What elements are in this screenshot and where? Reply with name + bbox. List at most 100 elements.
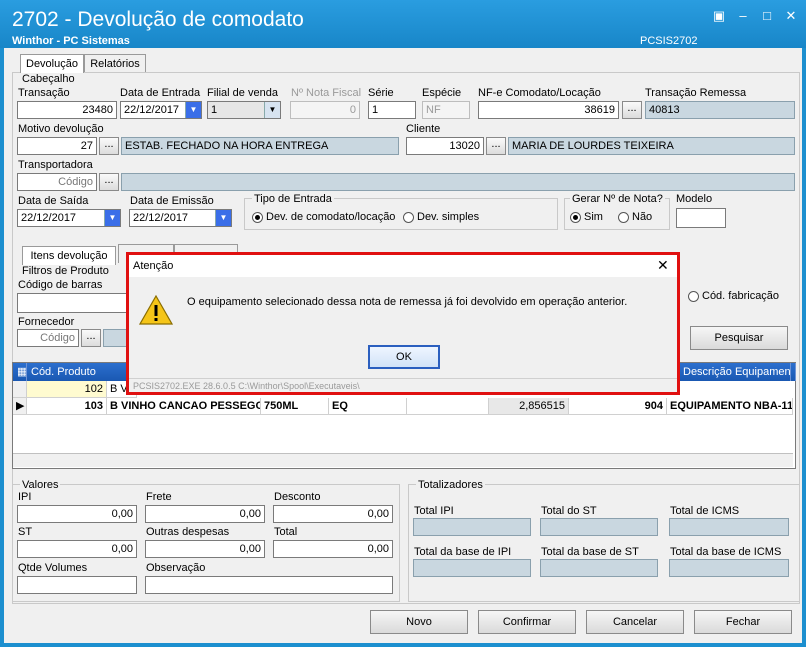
total-base-ipi-field: [413, 559, 531, 577]
tab-devolucao[interactable]: Devolução: [20, 54, 84, 73]
transportadora-lookup-button[interactable]: ...: [99, 173, 119, 191]
row2-num[interactable]: 904: [569, 398, 667, 415]
total-st-field: [540, 518, 658, 536]
data-emissao-value: 22/12/2017: [133, 212, 189, 224]
cliente-nome-field: MARIA DE LOURDES TEIXEIRA: [508, 137, 795, 155]
grid-corner: ▦: [13, 363, 27, 381]
modelo-field[interactable]: [676, 208, 726, 228]
tab-itens-devolucao[interactable]: Itens devolução: [22, 246, 116, 265]
pesquisar-button[interactable]: Pesquisar: [690, 326, 788, 350]
dialog-footer-text: PCSIS2702.EXE 28.6.0.5 C:\Winthor\Spool\…: [133, 381, 360, 391]
outras-field[interactable]: 0,00: [145, 540, 265, 558]
filtros-label: Filtros de Produto: [22, 265, 109, 277]
transportadora-label: Transportadora: [18, 159, 93, 171]
transacao-remessa-label: Transação Remessa: [645, 87, 747, 99]
filial-value: 1: [211, 104, 218, 116]
chevron-down-icon[interactable]: ▼: [185, 102, 201, 118]
title-bar: 2702 - Devolução de comodato Winthor - P…: [0, 0, 806, 48]
codigo-barras-field[interactable]: [17, 293, 129, 313]
cod-fabricacao-radio[interactable]: [688, 291, 699, 302]
row2-un[interactable]: EQ: [329, 398, 407, 415]
fornecedor-lookup-button[interactable]: ...: [81, 329, 101, 347]
row-indicator: [13, 381, 27, 398]
nfe-lookup-button[interactable]: ...: [622, 101, 642, 119]
total-field[interactable]: 0,00: [273, 540, 393, 558]
row2-equip[interactable]: EQUIPAMENTO NBA-11: [667, 398, 793, 415]
st-field[interactable]: 0,00: [17, 540, 137, 558]
serie-field[interactable]: 1: [368, 101, 416, 119]
tipo-opt1-label[interactable]: Dev. de comodato/locação: [266, 211, 395, 223]
cliente-code-field[interactable]: 13020: [406, 137, 484, 155]
qtde-label: Qtde Volumes: [18, 562, 88, 574]
transacao-field[interactable]: 23480: [17, 101, 117, 119]
close-icon[interactable]: ✕: [782, 8, 800, 24]
transportadora-nome-field: [121, 173, 795, 191]
gerar-sim-label[interactable]: Sim: [584, 211, 603, 223]
gerar-nao-radio[interactable]: [618, 212, 629, 223]
fornecedor-code-field[interactable]: Código: [17, 329, 79, 347]
data-emissao-field[interactable]: 22/12/2017 ▼: [129, 209, 232, 227]
cod-fabricacao-label[interactable]: Cód. fabricação: [702, 290, 779, 302]
row2-val[interactable]: 2,856515: [489, 398, 569, 415]
col-descricao-equipamento[interactable]: Descrição Equipamento: [673, 363, 791, 381]
data-entrada-field[interactable]: 22/12/2017 ▼: [120, 101, 202, 119]
frete-field[interactable]: 0,00: [145, 505, 265, 523]
total-ipi-label: Total IPI: [414, 505, 454, 517]
especie-field: NF: [422, 101, 470, 119]
close-icon[interactable]: ✕: [657, 257, 669, 274]
row2-emb[interactable]: 750ML: [261, 398, 329, 415]
fechar-button[interactable]: Fechar: [694, 610, 792, 634]
nfe-field[interactable]: 38619: [478, 101, 619, 119]
motivo-code-field[interactable]: 27: [17, 137, 97, 155]
total-st-label: Total do ST: [541, 505, 597, 517]
data-saida-field[interactable]: 22/12/2017 ▼: [17, 209, 121, 227]
maximize-icon[interactable]: □: [758, 8, 776, 24]
tipo-opt1-radio[interactable]: [252, 212, 263, 223]
total-ipi-field: [413, 518, 531, 536]
program-code: PCSIS2702: [640, 35, 698, 47]
motivo-desc-field: ESTAB. FECHADO NA HORA ENTREGA: [121, 137, 399, 155]
total-icms-label: Total de ICMS: [670, 505, 740, 517]
ok-button[interactable]: OK: [368, 345, 440, 369]
cancelar-button[interactable]: Cancelar: [586, 610, 684, 634]
row1-cod[interactable]: 102: [27, 381, 107, 398]
total-base-st-field: [540, 559, 658, 577]
tipo-opt2-radio[interactable]: [403, 212, 414, 223]
gerar-sim-radio[interactable]: [570, 212, 581, 223]
transacao-label: Transação: [18, 87, 70, 99]
confirmar-button[interactable]: Confirmar: [478, 610, 576, 634]
frete-label: Frete: [146, 491, 172, 503]
novo-button[interactable]: Novo: [370, 610, 468, 634]
obs-field[interactable]: [145, 576, 393, 594]
motivo-lookup-button[interactable]: ...: [99, 137, 119, 155]
row2-cod[interactable]: 103: [27, 398, 107, 415]
filial-label: Filial de venda: [207, 87, 278, 99]
dialog-message: O equipamento selecionado dessa nota de …: [187, 296, 628, 308]
row2-empty[interactable]: [407, 398, 489, 415]
totalizadores-legend: Totalizadores: [416, 479, 485, 491]
motivo-label: Motivo devolução: [18, 123, 104, 135]
ipi-label: IPI: [18, 491, 32, 503]
total-base-icms-field: [669, 559, 789, 577]
serie-label: Série: [368, 87, 394, 99]
chevron-down-icon[interactable]: ▼: [104, 210, 120, 226]
gerar-nao-label[interactable]: Não: [632, 211, 652, 223]
qtde-field[interactable]: [17, 576, 137, 594]
desconto-field[interactable]: 0,00: [273, 505, 393, 523]
col-cod-produto[interactable]: Cód. Produto: [27, 363, 127, 381]
minimize-icon[interactable]: –: [734, 8, 752, 24]
restore-icon[interactable]: ▣: [710, 8, 728, 24]
ipi-field[interactable]: 0,00: [17, 505, 137, 523]
filial-select[interactable]: 1 ▼: [207, 101, 281, 119]
tipo-opt2-label[interactable]: Dev. simples: [417, 211, 479, 223]
chevron-down-icon[interactable]: ▼: [264, 102, 280, 118]
grid-hscrollbar[interactable]: [13, 453, 793, 467]
tab-relatorios[interactable]: Relatórios: [84, 54, 146, 73]
window-title: 2702 - Devolução de comodato: [12, 8, 304, 31]
cliente-lookup-button[interactable]: ...: [486, 137, 506, 155]
chevron-down-icon[interactable]: ▼: [215, 210, 231, 226]
row2-desc[interactable]: B VINHO CANCAO PESSEGO: [107, 398, 261, 415]
transportadora-code-field[interactable]: Código: [17, 173, 97, 191]
nota-fiscal-label: Nº Nota Fiscal: [291, 87, 362, 99]
window-subtitle: Winthor - PC Sistemas: [12, 35, 130, 47]
